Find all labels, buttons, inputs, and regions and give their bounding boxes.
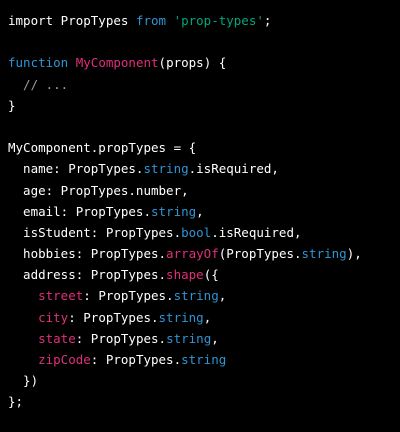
- code-text: .isRequired,: [188, 161, 279, 177]
- code-text: };: [8, 394, 24, 410]
- code-line: email: PropTypes.string,: [8, 201, 400, 222]
- code-text: .isRequired,: [211, 224, 302, 240]
- code-property: state: [38, 330, 76, 346]
- code-property: street: [38, 288, 84, 304]
- code-text: ({: [203, 267, 219, 283]
- code-text: (PropTypes.: [218, 246, 302, 262]
- code-text: ,: [211, 330, 219, 346]
- code-text: (props) {: [158, 55, 227, 71]
- code-text: ),: [346, 246, 362, 262]
- code-keyword: from: [135, 13, 167, 28]
- code-text: ,: [196, 203, 204, 219]
- code-line: };: [8, 391, 400, 412]
- code-line: // ...: [8, 74, 400, 95]
- code-line: zipCode: PropTypes.string: [8, 349, 400, 370]
- code-function-name: shape: [166, 267, 204, 283]
- code-text: ;: [263, 13, 272, 28]
- code-line: age: PropTypes.number,: [8, 180, 400, 201]
- code-line: function MyComponent(props) {: [8, 52, 400, 73]
- code-text: : PropTypes.: [75, 330, 167, 346]
- code-block: import PropTypes from 'prop-types'; funct…: [0, 0, 400, 432]
- code-text: : PropTypes.: [68, 309, 159, 325]
- code-text: : PropTypes.: [83, 288, 174, 304]
- code-line: name: PropTypes.string.isRequired,: [8, 158, 400, 179]
- code-text: }): [8, 373, 39, 389]
- code-keyword: string: [301, 246, 347, 262]
- code-text: : PropTypes.: [90, 352, 182, 367]
- code-string: 'prop-types': [173, 13, 264, 28]
- code-keyword: string: [158, 309, 204, 325]
- code-text: ,: [203, 309, 212, 325]
- code-text: ,: [218, 288, 227, 304]
- code-text: age: PropTypes.number,: [8, 182, 189, 198]
- code-line: MyComponent.propTypes = {: [8, 137, 400, 158]
- code-text: isStudent: PropTypes.: [8, 224, 182, 240]
- code-function-name: MyComponent: [75, 55, 159, 71]
- code-comment: // ...: [8, 76, 69, 92]
- code-text: hobbies: PropTypes.: [8, 246, 167, 262]
- code-property: zipCode: [38, 352, 91, 367]
- code-keyword: string: [143, 161, 189, 177]
- code-text: address: PropTypes.: [8, 267, 167, 283]
- code-function-name: arrayOf: [166, 246, 219, 262]
- code-line: }: [8, 95, 400, 116]
- code-line: hobbies: PropTypes.arrayOf(PropTypes.str…: [8, 243, 400, 264]
- code-text: }: [8, 97, 16, 113]
- code-keyword: string: [173, 288, 219, 304]
- code-line: import PropTypes from 'prop-types';: [8, 10, 400, 31]
- code-line: address: PropTypes.shape({: [8, 264, 400, 285]
- code-keyword: string: [181, 352, 227, 367]
- code-text: MyComponent.propTypes = {: [8, 140, 197, 156]
- code-text: import PropTypes: [8, 13, 136, 28]
- code-text: name: PropTypes.: [8, 161, 144, 177]
- code-keyword: string: [151, 203, 197, 219]
- code-keyword: bool: [181, 224, 212, 240]
- code-text: email: PropTypes.: [8, 203, 151, 219]
- code-line: isStudent: PropTypes.bool.isRequired,: [8, 222, 400, 243]
- code-keyword: function: [8, 55, 69, 71]
- code-keyword: string: [166, 330, 212, 346]
- code-line: city: PropTypes.string,: [8, 307, 400, 328]
- code-line: }): [8, 370, 400, 391]
- code-line: state: PropTypes.string,: [8, 328, 400, 349]
- code-property: city: [38, 309, 69, 325]
- code-line: street: PropTypes.string,: [8, 285, 400, 306]
